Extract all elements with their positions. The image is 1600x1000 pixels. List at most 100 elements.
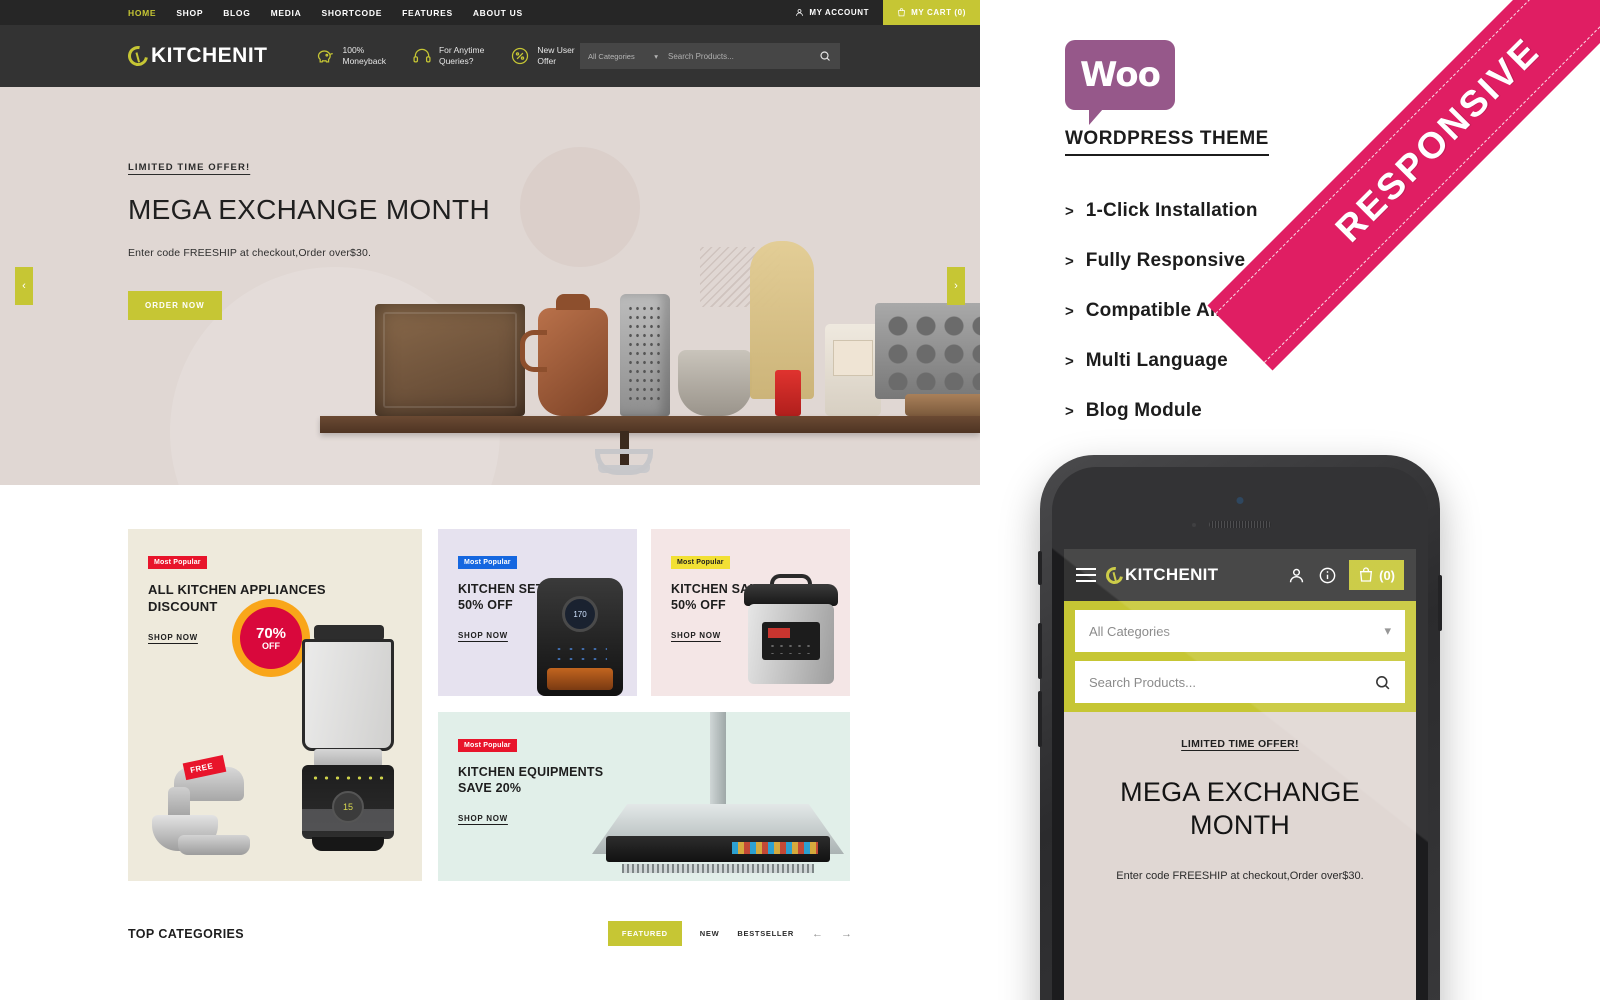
- phone-body: KITCHENIT (0) All Categories ▾ Search Pr…: [1052, 467, 1428, 1000]
- header-feature-queries: For Anytime Queries?: [412, 45, 484, 67]
- nav-item-shop[interactable]: SHOP: [176, 8, 203, 18]
- tab-bestseller[interactable]: BESTSELLER: [737, 929, 794, 938]
- chimney-hood-image: [582, 712, 850, 881]
- shelf-grater: [620, 294, 670, 416]
- kitchenit-circle-logo-icon: [124, 42, 152, 70]
- hero-order-now-button[interactable]: ORDER NOW: [128, 291, 222, 320]
- hero-content: LIMITED TIME OFFER! MEGA EXCHANGE MONTH …: [128, 162, 490, 320]
- responsive-ribbon-text: RESPONSIVE: [1327, 29, 1548, 250]
- phone-earpiece-speaker: [1209, 521, 1271, 528]
- mobile-hero-subtitle: Enter code FREESHIP at checkout,Order ov…: [1116, 870, 1364, 882]
- promo-shop-now-link[interactable]: SHOP NOW: [458, 814, 508, 823]
- shelf-copper-kettle: [520, 294, 608, 416]
- promo-card-kitchen-equipments[interactable]: Most Popular KITCHEN EQUIPMENTS SAVE 20%…: [438, 712, 850, 881]
- search-category-select[interactable]: All Categories ▾: [580, 52, 666, 61]
- mobile-category-value: All Categories: [1089, 623, 1170, 639]
- chevron-right-icon: >: [1065, 253, 1074, 270]
- promo-shop-now-link[interactable]: SHOP NOW: [458, 631, 508, 640]
- status-badge: Most Popular: [671, 556, 730, 569]
- chevron-right-icon: >: [1065, 203, 1074, 220]
- search-button[interactable]: [810, 50, 840, 62]
- stand-mixer-image: FREE: [148, 753, 258, 863]
- top-bar: HOME SHOP BLOG MEDIA SHORTCODE FEATURES …: [0, 0, 980, 25]
- shopping-bag-icon: [1358, 567, 1374, 583]
- mobile-search-placeholder: Search Products...: [1089, 674, 1196, 690]
- promo-card-appliances[interactable]: Most Popular ALL KITCHEN APPLIANCES DISC…: [128, 529, 422, 881]
- promo-card-kitchen-sale[interactable]: Most Popular KITCHEN SALE 50% OFF SHOP N…: [651, 529, 850, 696]
- shopping-bag-icon: [897, 8, 906, 17]
- nav-item-blog[interactable]: BLOG: [223, 8, 250, 18]
- hero-eyebrow: LIMITED TIME OFFER!: [128, 162, 251, 173]
- mobile-header: KITCHENIT (0): [1064, 549, 1416, 601]
- header-feature-moneyback-label: 100% Moneyback: [342, 45, 386, 66]
- search-input[interactable]: [666, 51, 810, 61]
- piggy-bank-icon: [316, 46, 336, 66]
- chevron-right-icon: >: [1065, 403, 1074, 420]
- hero-title: MEGA EXCHANGE MONTH: [128, 194, 490, 225]
- mobile-category-select[interactable]: All Categories ▾: [1075, 610, 1405, 652]
- user-icon: [795, 8, 804, 17]
- hero-prev-button[interactable]: ‹: [15, 267, 33, 305]
- chevron-down-icon: ▾: [654, 51, 658, 61]
- chevron-right-icon: >: [1065, 353, 1074, 370]
- tab-featured[interactable]: FEATURED: [607, 921, 682, 946]
- site-logo-text: KITCHENIT: [151, 44, 268, 67]
- marketing-panel: Woo WORDPRESS THEME > 1-Click Installati…: [980, 0, 1600, 1000]
- status-badge: Most Popular: [458, 556, 517, 569]
- carousel-prev-button[interactable]: ←: [812, 928, 823, 940]
- list-item: > Blog Module: [1065, 400, 1315, 422]
- shelf-wood-board: [905, 394, 980, 416]
- percent-badge-icon: [510, 46, 530, 66]
- hamburger-menu-icon[interactable]: [1076, 568, 1096, 582]
- user-icon[interactable]: [1287, 566, 1306, 585]
- my-account-link[interactable]: MY ACCOUNT: [781, 0, 883, 25]
- mobile-hero-eyebrow: LIMITED TIME OFFER!: [1181, 738, 1299, 750]
- feature-label: Fully Responsive: [1085, 250, 1246, 271]
- promo-shop-now-link[interactable]: SHOP NOW: [148, 633, 198, 642]
- mobile-cart-button[interactable]: (0): [1349, 560, 1404, 590]
- shelf-stone-bowl: [678, 350, 752, 416]
- mobile-search-area: All Categories ▾ Search Products...: [1064, 601, 1416, 712]
- chevron-left-icon: ‹: [22, 280, 26, 292]
- nav-item-features[interactable]: FEATURES: [402, 8, 453, 18]
- phone-volume-up-button: [1038, 623, 1042, 679]
- info-circle-icon[interactable]: [1318, 566, 1337, 585]
- headset-icon: [412, 46, 432, 66]
- hero-next-button[interactable]: ›: [947, 267, 965, 305]
- mobile-site-logo[interactable]: KITCHENIT: [1102, 563, 1218, 587]
- tab-new[interactable]: NEW: [700, 929, 720, 938]
- main-navigation: HOME SHOP BLOG MEDIA SHORTCODE FEATURES …: [128, 8, 523, 18]
- top-categories-controls: FEATURED NEW BESTSELLER ← →: [607, 921, 852, 946]
- chevron-right-icon: >: [1065, 303, 1074, 320]
- mobile-hero-title: MEGA EXCHANGE MONTH: [1120, 777, 1360, 840]
- carousel-next-button[interactable]: →: [841, 928, 852, 940]
- phone-mockup: KITCHENIT (0) All Categories ▾ Search Pr…: [1038, 455, 1442, 1000]
- search-icon[interactable]: [1374, 674, 1391, 691]
- promo-shop-now-link[interactable]: SHOP NOW: [671, 631, 721, 640]
- header-feature-new-user: New User Offer: [510, 45, 575, 67]
- promo-column-right: Most Popular KITCHEN SET 50% OFF SHOP NO…: [438, 529, 850, 881]
- woocommerce-logo-text: Woo: [1079, 55, 1161, 95]
- promo-card-kitchen-set[interactable]: Most Popular KITCHEN SET 50% OFF SHOP NO…: [438, 529, 637, 696]
- kitchenit-circle-logo-icon: [1102, 563, 1127, 587]
- nav-item-home[interactable]: HOME: [128, 8, 156, 18]
- header-feature-moneyback: 100% Moneyback: [316, 45, 386, 67]
- feature-label: Blog Module: [1085, 400, 1202, 421]
- chevron-right-icon: ›: [954, 280, 958, 292]
- nav-item-about-us[interactable]: ABOUT US: [473, 8, 523, 18]
- mobile-hero: LIMITED TIME OFFER! MEGA EXCHANGE MONTH …: [1064, 712, 1416, 1000]
- site-logo[interactable]: KITCHENIT: [124, 42, 268, 70]
- my-cart-button[interactable]: MY CART (0): [883, 0, 980, 25]
- page-title: WORDPRESS THEME: [1065, 128, 1269, 156]
- promo-banner-grid: Most Popular ALL KITCHEN APPLIANCES DISC…: [0, 485, 980, 881]
- search-category-value: All Categories: [588, 51, 635, 61]
- site-header: KITCHENIT 100% Moneyback For Anytime Que…: [0, 25, 980, 87]
- mobile-search-input[interactable]: Search Products...: [1075, 661, 1405, 703]
- phone-front-camera: [1236, 497, 1244, 504]
- nav-item-media[interactable]: MEDIA: [271, 8, 302, 18]
- mobile-header-actions: (0): [1287, 560, 1404, 590]
- responsive-ribbon: RESPONSIVE: [1207, 0, 1600, 371]
- nav-item-shortcode[interactable]: SHORTCODE: [321, 8, 382, 18]
- top-categories-section: TOP CATEGORIES FEATURED NEW BESTSELLER ←…: [128, 921, 852, 946]
- promo-column-left: Most Popular ALL KITCHEN APPLIANCES DISC…: [128, 529, 422, 881]
